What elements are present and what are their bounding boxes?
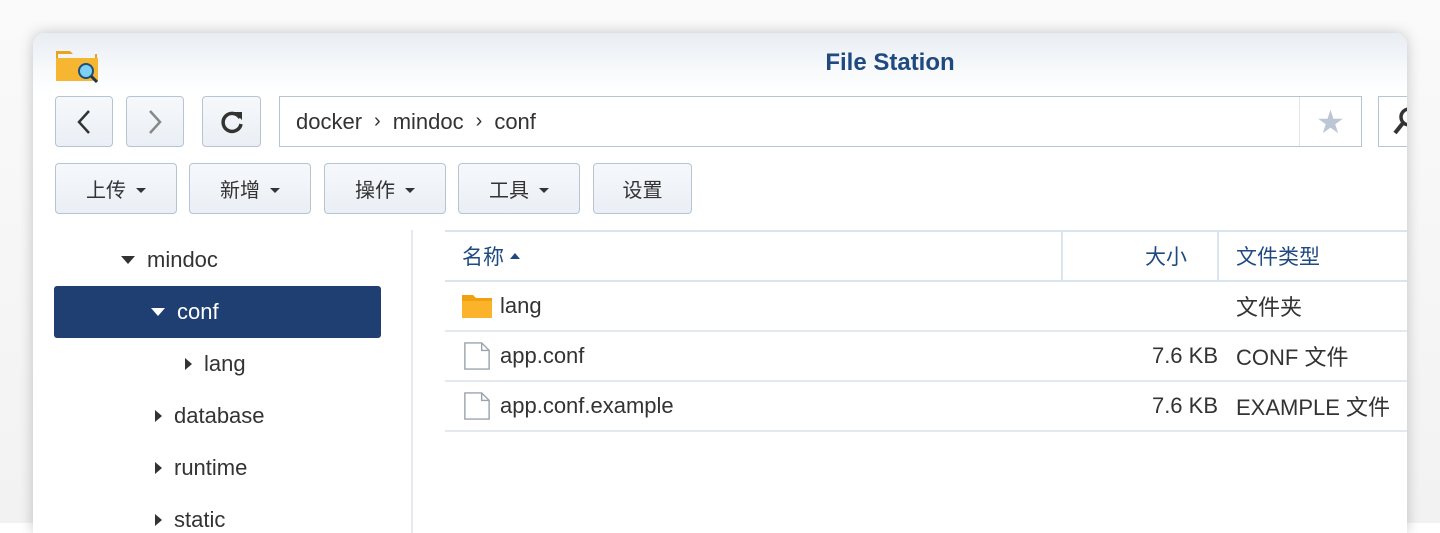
file-size: 7.6 KB [1151, 343, 1218, 368]
file-name: app.conf [500, 343, 585, 368]
file-icon [464, 342, 490, 370]
refresh-icon [220, 111, 243, 133]
table-row[interactable]: app.conf 7.6 KB CONF 文件 [445, 332, 1407, 382]
expand-arrow-icon[interactable] [121, 256, 135, 264]
column-header-name[interactable]: 名称 [445, 232, 1063, 280]
column-header-size[interactable]: 大小 [1063, 232, 1219, 280]
back-button[interactable] [55, 96, 113, 147]
file-station-window: File Station docker › mindoc › conf ★ 上传… [33, 33, 1407, 533]
action-button[interactable]: 操作 [324, 163, 446, 214]
column-header-type[interactable]: 文件类型 [1236, 232, 1320, 280]
tree-node-static[interactable]: static [155, 494, 225, 533]
breadcrumb-docker[interactable]: docker [296, 109, 362, 135]
caret-down-icon [136, 187, 146, 193]
file-list-header: 名称 大小 文件类型 [445, 230, 1407, 282]
upload-button[interactable]: 上传 [55, 163, 177, 214]
tree-node-label: conf [177, 299, 219, 324]
column-name-label: 名称 [462, 246, 504, 269]
caret-down-icon [539, 187, 549, 193]
upload-label: 上传 [86, 180, 126, 202]
collapse-arrow-icon[interactable] [155, 462, 162, 474]
file-name: app.conf.example [500, 393, 674, 418]
file-size [1063, 282, 1219, 330]
tree-node-label: runtime [174, 455, 248, 480]
tree-node-database[interactable]: database [155, 390, 265, 442]
create-button[interactable]: 新增 [189, 163, 311, 214]
tools-label: 工具 [489, 180, 529, 202]
search-button[interactable] [1378, 96, 1407, 147]
tree-node-label: database [174, 403, 265, 428]
tools-button[interactable]: 工具 [458, 163, 580, 214]
collapse-arrow-icon[interactable] [155, 410, 162, 422]
breadcrumb-mindoc[interactable]: mindoc [393, 109, 464, 135]
collapse-arrow-icon[interactable] [155, 514, 162, 526]
breadcrumb-conf[interactable]: conf [494, 109, 536, 135]
tree-node-lang[interactable]: lang [185, 338, 246, 390]
folder-icon [462, 295, 492, 318]
folder-tree: mindoc conf lang database runtime static [33, 230, 413, 533]
action-label: 操作 [355, 180, 395, 202]
expand-arrow-icon[interactable] [151, 308, 165, 316]
tree-node-label: static [174, 507, 226, 532]
file-type: 文件夹 [1236, 295, 1303, 320]
tree-node-conf[interactable]: conf [54, 286, 381, 338]
search-icon [1393, 107, 1407, 135]
path-bar[interactable]: docker › mindoc › conf ★ [279, 96, 1362, 147]
table-row[interactable]: lang 文件夹 [445, 282, 1407, 332]
settings-button[interactable]: 设置 [593, 163, 692, 214]
chevron-right-icon [149, 109, 162, 134]
file-name: lang [500, 293, 542, 318]
tree-node-runtime[interactable]: runtime [155, 442, 247, 494]
caret-down-icon [270, 187, 280, 193]
chevron-right-icon: › [374, 110, 381, 132]
collapse-arrow-icon[interactable] [185, 358, 192, 370]
refresh-button[interactable] [202, 96, 261, 147]
chevron-left-icon [77, 109, 90, 134]
settings-label: 设置 [622, 180, 663, 202]
title-bar[interactable]: File Station [33, 33, 1407, 93]
file-size: 7.6 KB [1151, 393, 1218, 418]
file-type: CONF 文件 [1236, 345, 1349, 370]
tree-node-mindoc[interactable]: mindoc [121, 234, 218, 286]
table-row[interactable]: app.conf.example 7.6 KB EXAMPLE 文件 [445, 382, 1407, 432]
tree-node-label: mindoc [147, 247, 218, 272]
caret-down-icon [405, 187, 415, 193]
tree-node-label: lang [204, 351, 246, 376]
window-title: File Station [825, 49, 955, 76]
file-type: EXAMPLE 文件 [1236, 395, 1391, 420]
favorite-star-icon[interactable]: ★ [1299, 97, 1361, 146]
sort-asc-icon [510, 253, 520, 259]
chevron-right-icon: › [475, 110, 483, 132]
create-label: 新增 [220, 180, 260, 202]
file-icon [464, 392, 490, 420]
forward-button[interactable] [126, 96, 184, 147]
